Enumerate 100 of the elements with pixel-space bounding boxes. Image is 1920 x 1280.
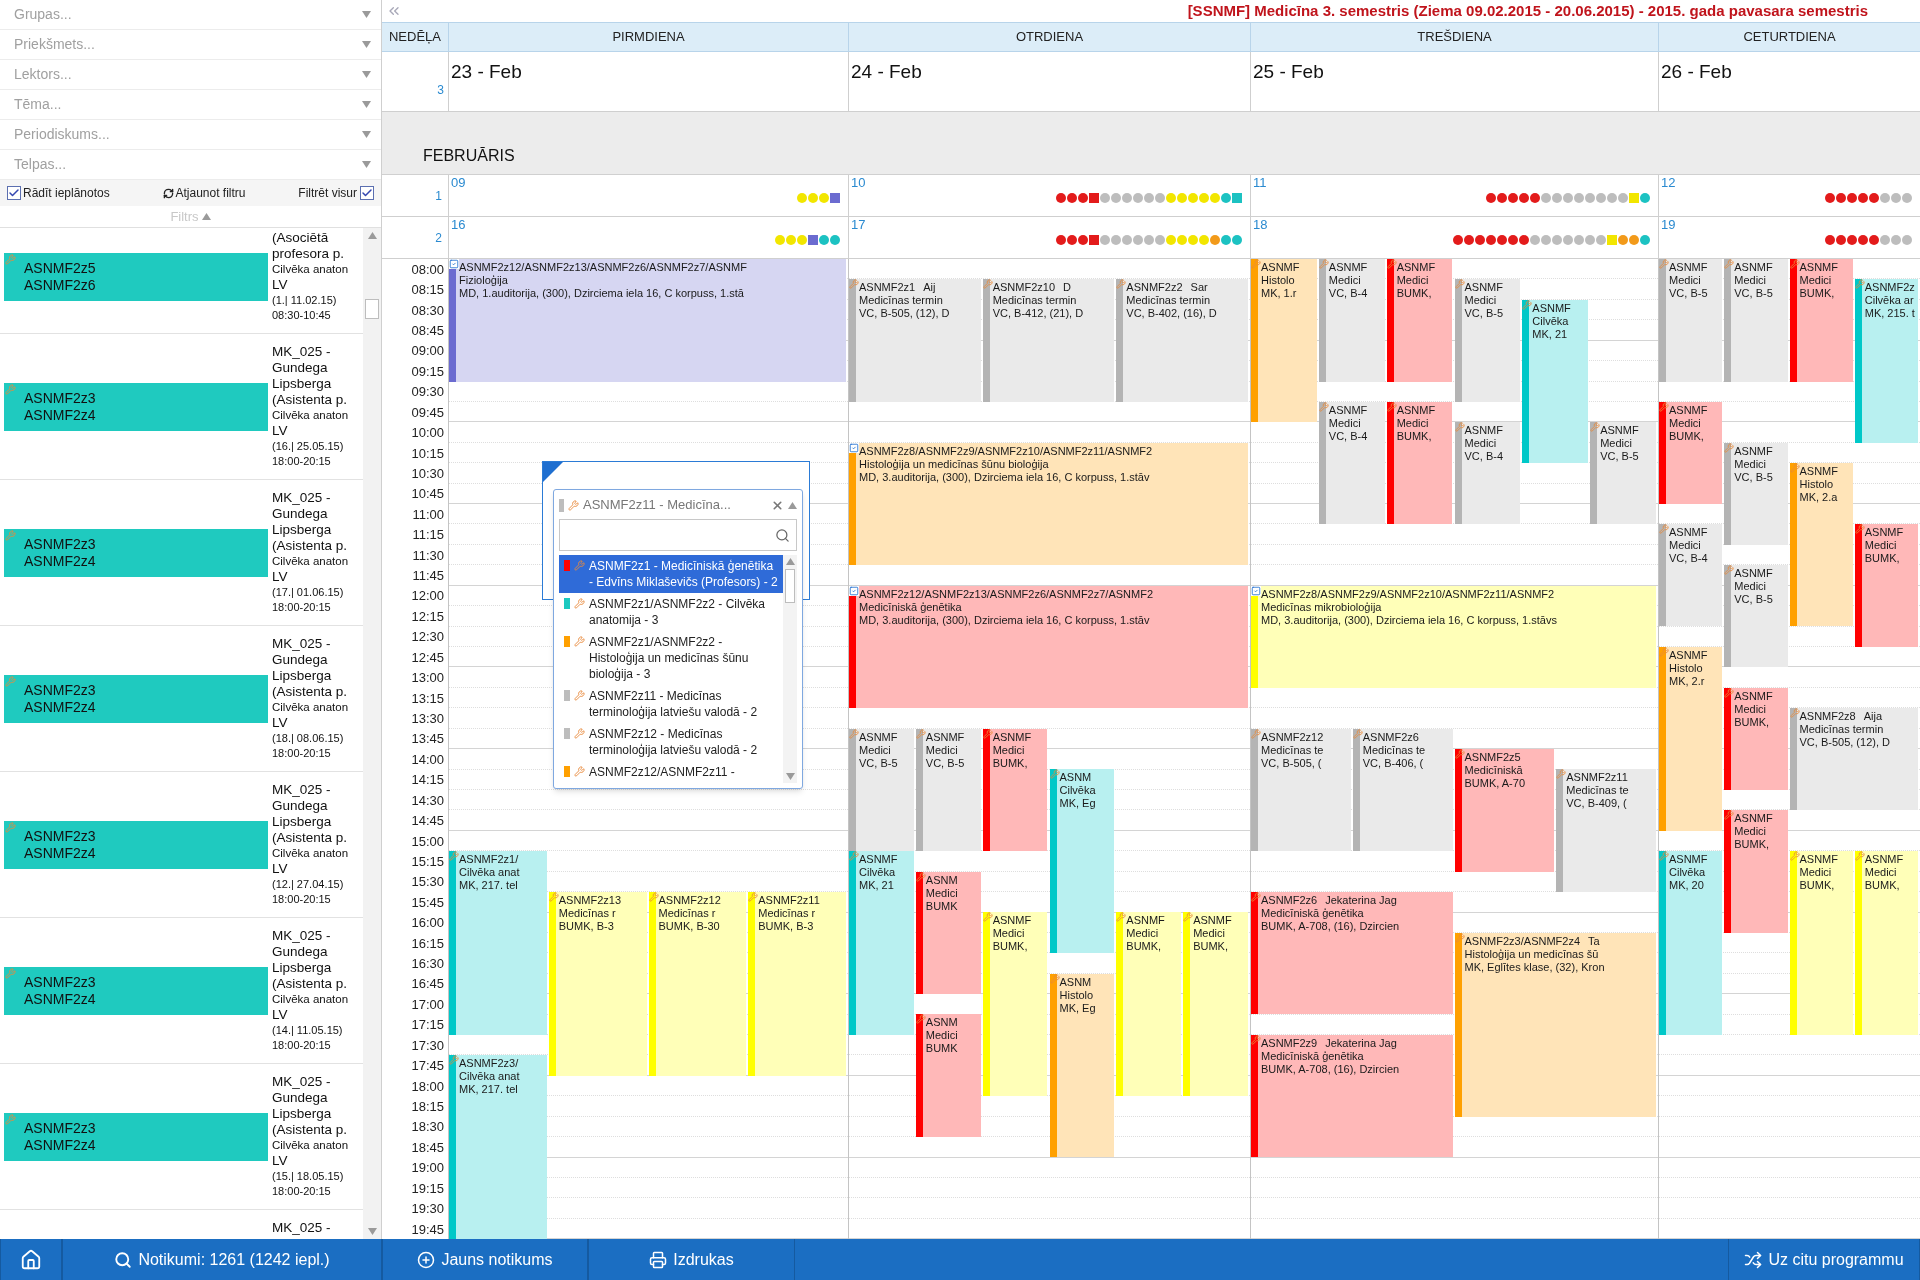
calendar-event[interactable]: ASNMF Cilvēka MK, 21: [1522, 299, 1589, 464]
calendar-event[interactable]: ASNMF Medici VC, B-5: [1659, 259, 1723, 382]
calendar-event[interactable]: ASNMF Medici BUMK,: [1386, 259, 1453, 382]
calendar-event[interactable]: ASNMF Medici VC, B-4: [1318, 259, 1385, 382]
event-detail-text: 18:00-20:15: [272, 454, 332, 469]
calendar-event[interactable]: ASNMF Histolo MK, 2.r: [1659, 646, 1723, 831]
calendar-event[interactable]: ASNMF Medici BUMK,: [982, 912, 1048, 1097]
calendar-event[interactable]: ASNMF Medici BUMK,: [1724, 810, 1788, 933]
event-teacher: Ta: [1588, 934, 1600, 948]
calendar-event[interactable]: ASNMF Cilvēka MK, 21: [849, 851, 914, 1035]
calendar-event[interactable]: ASNMF2z5 Medicīniskā BUMK, A-70: [1454, 749, 1555, 872]
calendar-event[interactable]: ASNMF Medici VC, B-5: [1454, 279, 1521, 402]
scrollbar[interactable]: [783, 555, 797, 783]
time-label: 13:15: [411, 691, 444, 705]
calendar-event[interactable]: ASNMF Medici VC, B-5: [915, 728, 981, 852]
calendar-event[interactable]: ASNMF2z6 Jekaterina Jag Medicīniskā ģenētika BUMK, A-708, (16), Dzircien: [1251, 891, 1453, 1015]
calendar-event[interactable]: ASNMF2z8/ASNMF2z9/ASNMF2z10/ASNMF2z11/ASNMF2 Histoloģija un medicīnas šūnu bioloģija MD, 3.auditorija, (300), Dzirciema iela 16, C korpuss, 1.stāv: [849, 442, 1248, 566]
group-chip[interactable]: ASNMF2z3 ASNMF2z4: [4, 1112, 268, 1161]
refresh-filter-button[interactable]: Atjaunot filtru: [162, 184, 246, 202]
group-chip[interactable]: ASNMF2z3 ASNMF2z4: [4, 820, 268, 869]
calendar-event[interactable]: ASNMF2z10 D Medicīnas termin VC, B-412, (21), D: [982, 279, 1115, 402]
calendar-event[interactable]: ASNMF2z8 Aija Medicīnas termin VC, B-505, (12), D: [1789, 708, 1918, 811]
calendar-event[interactable]: ASNMF Medici VC, B-5: [1724, 442, 1788, 545]
event-detail-text: (Asistenta p.: [272, 684, 349, 700]
calendar-event[interactable]: ASNMF2z12 Medicīnas r BUMK, B-30: [648, 891, 747, 1076]
calendar-event[interactable]: ASNMF2z12/ASNMF2z13/ASNMF2z6/ASNMF2z7/ASNMF2 Medicīniskā ģenētika MD, 3.auditorija, (300), Dzirciema iela 16, C korpuss, 1.stāv: [849, 585, 1248, 709]
calendar-event[interactable]: ASNMF2z12/ASNMF2z13/ASNMF2z6/ASNMF2z7/ASNMF Fizioloģija MD, 1.auditorija, (300), Dzirciema iela 16, C korpuss, 1.stā: [449, 259, 846, 382]
calendar-event[interactable]: ASNMF Medici VC, B-4: [1454, 422, 1521, 525]
calendar-event[interactable]: ASNMF Medici BUMK,: [1789, 259, 1853, 382]
calendar-event[interactable]: ASNMF2z8/ASNMF2z9/ASNMF2z10/ASNMF2z11/ASNMF2 Medicīnas mikrobioloģija MD, 3.auditorija, (300), Dzirciema iela 16, C korpuss, 1.stāvs: [1251, 585, 1656, 688]
dropdown-option[interactable]: ASNMF2z1 - Medicīniskā ģenētika - Edvīns Miklaševičs (Profesors) - 2: [559, 555, 783, 593]
calendar-event[interactable]: ASNMF2z1/ Cilvēka anat MK, 217. tel: [449, 851, 547, 1035]
toolbar-button[interactable]: Izdrukas: [588, 1239, 795, 1280]
search-field[interactable]: [559, 519, 797, 551]
event-text: Medici: [1799, 866, 1832, 880]
scrollbar[interactable]: [363, 228, 381, 1239]
calendar-event[interactable]: ASNMF2z1 Aij Medicīnas termin VC, B-505, (12), D: [849, 279, 981, 402]
group-chip[interactable]: ASNMF2z3 ASNMF2z4: [4, 382, 268, 431]
calendar-event[interactable]: ASNMF2z12 Medicīnas te VC, B-505, (: [1251, 728, 1351, 852]
time-label: 15:30: [411, 875, 444, 889]
calendar-event[interactable]: ASNMF2z2 Sar Medicīnas termin VC, B-402, (16), D: [1116, 279, 1248, 402]
calendar-event[interactable]: ASNMF2z3/ASNMF2z4 Ta Histoloģija un medicīnas šū MK, Eglītes klase, (32), Kron: [1454, 932, 1656, 1117]
event-text: VC, B-5: [1734, 287, 1773, 300]
calendar-event[interactable]: ASNMF2z13 Medicīnas r BUMK, B-3: [548, 891, 647, 1076]
calendar-event[interactable]: ASNM Histolo MK, Eg: [1049, 973, 1115, 1158]
calendar-event[interactable]: ASNM Medici BUMK: [915, 1014, 981, 1137]
calendar-event[interactable]: ASNMF Histolo MK, 2.a: [1789, 463, 1853, 627]
calendar-event[interactable]: ASNMF Medici BUMK,: [1854, 851, 1918, 1035]
calendar-event[interactable]: ASNMF Medici BUMK,: [1854, 524, 1918, 647]
group-chip[interactable]: ASNMF2z3 ASNMF2z4: [4, 966, 268, 1015]
calendar-event[interactable]: ASNMF2z Cilvēka ar MK, 215. t: [1854, 279, 1918, 443]
column-header: NEDĒĻA: [389, 28, 441, 47]
calendar-event[interactable]: ASNMF Medici VC, B-5: [1724, 259, 1788, 382]
calendar-event[interactable]: ASNMF Medici VC, B-4: [1318, 401, 1385, 525]
wrench-icon: [5, 529, 16, 541]
time-label: 13:00: [411, 671, 444, 685]
calendar-event[interactable]: ASNMF2z3/ Cilvēka anat MK, 217. tel: [449, 1055, 547, 1239]
calendar-event[interactable]: ASNMF Medici BUMK,: [1724, 687, 1788, 790]
scroll-thumb[interactable]: [365, 299, 379, 319]
calendar-event[interactable]: ASNM Cilvēka MK, Eg: [1049, 769, 1115, 954]
home-button[interactable]: [0, 1239, 62, 1280]
scroll-thumb[interactable]: [785, 569, 795, 603]
day-date: 26 - Feb: [1661, 61, 1732, 82]
event-text: Medici: [1396, 416, 1429, 430]
calendar-event[interactable]: ASNMF Medici BUMK,: [1659, 401, 1723, 504]
calendar-event[interactable]: ASNMF Medici BUMK,: [1116, 912, 1182, 1097]
toolbar-button[interactable]: Jauns notikums: [382, 1239, 588, 1280]
close-icon[interactable]: [771, 498, 784, 512]
calendar-event[interactable]: ASNMF Medici BUMK,: [1386, 401, 1453, 525]
event-title: ASNMF: [1193, 914, 1232, 928]
triangle-icon: [362, 71, 371, 78]
checkbox[interactable]: [360, 186, 374, 200]
event-detail-text: 18:00-20:15: [272, 746, 332, 761]
calendar-event[interactable]: ASNMF2z11 Medicīnas te VC, B-409, (: [1556, 769, 1656, 892]
calendar-event[interactable]: ASNMF2z11 Medicīnas r BUMK, B-3: [748, 891, 846, 1076]
event-title: ASNMF: [1734, 261, 1773, 274]
calendar-event[interactable]: ASNMF Medici BUMK,: [1183, 912, 1248, 1097]
calendar-event[interactable]: ASNMF Medici VC, B-5: [1724, 565, 1788, 668]
calendar-event[interactable]: ASNMF Medici VC, B-5: [1590, 422, 1656, 525]
calendar-event[interactable]: ASNMF2z9 Jekaterina Jag Medicīniskā ģenētika BUMK, A-708, (16), Dzircien: [1251, 1034, 1453, 1158]
calendar-event[interactable]: ASNM Medici BUMK: [915, 871, 981, 994]
event-text: Medici: [1734, 274, 1767, 287]
toolbar-button[interactable]: Uz citu programmu: [1728, 1239, 1920, 1280]
group-chip[interactable]: ASNMF2z3 ASNMF2z4: [4, 528, 268, 577]
calendar-event[interactable]: ASNMF Medici VC, B-5: [849, 728, 914, 852]
event-detail-text: (Asistenta p.: [272, 538, 349, 554]
calendar-event[interactable]: ASNMF Medici VC, B-4: [1659, 524, 1723, 627]
calendar-event[interactable]: ASNMF Histolo MK, 1.r: [1251, 259, 1317, 423]
calendar-event[interactable]: ASNMF Cilvēka MK, 20: [1659, 851, 1723, 1035]
group-chip[interactable]: ASNMF2z3 ASNMF2z4: [4, 674, 268, 723]
calendar-event[interactable]: ASNMF Medici BUMK,: [982, 728, 1048, 852]
wrench-icon: [1854, 279, 1865, 290]
event-title: ASNMF2z3/: [459, 1057, 519, 1071]
event-text: MD, 3.auditorija, (300), Dzirciema iela 16, C korpuss, 1.stāv: [859, 613, 1150, 627]
calendar-event[interactable]: ASNMF Medici BUMK,: [1789, 851, 1853, 1035]
calendar-event[interactable]: ASNMF2z6 Medicīnas te VC, B-406, (: [1352, 728, 1453, 852]
time-label: 15:00: [411, 834, 444, 848]
checkbox[interactable]: [7, 186, 21, 200]
toolbar-button[interactable]: Notikumi: 1261 (1242 iepl.): [62, 1239, 382, 1280]
group-chip[interactable]: ASNMF2z5 ASNMF2z6: [4, 252, 268, 301]
